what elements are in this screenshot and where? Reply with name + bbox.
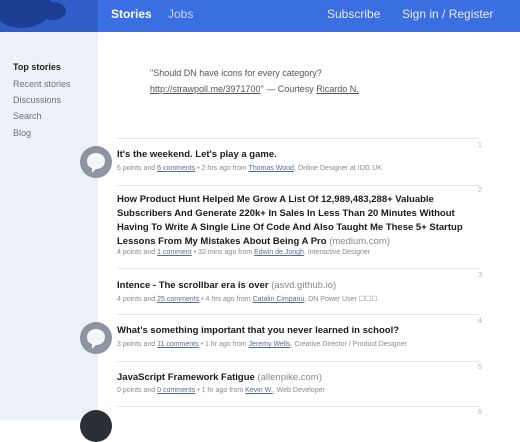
avatar[interactable]	[80, 322, 112, 354]
story-rank: 6	[478, 409, 482, 416]
pinned-link[interactable]: http://strawpoll.me/3971700	[150, 84, 261, 94]
divider	[117, 185, 480, 186]
divider	[117, 314, 480, 315]
story-meta: 4 points and 1 comment • 32 mins ago fro…	[117, 249, 370, 256]
story-user-role: , Creative Director / Product Designer	[290, 341, 407, 348]
story-meta: 3 points and 11 comments • 1 hr ago from…	[117, 341, 407, 348]
nav-jobs-link[interactable]: Jobs	[168, 7, 193, 21]
bubble-icon	[87, 153, 105, 173]
story-user-link[interactable]: Edwin de Jongh	[254, 249, 304, 256]
story-title-text[interactable]: Intence - The scrollbar era is over	[117, 280, 269, 291]
story-title[interactable]: What's something important that you neve…	[117, 324, 482, 338]
sidebar-item-recent-stories[interactable]: Recent stories	[13, 79, 71, 89]
nav-signin-link[interactable]: Sign in / Register	[402, 7, 493, 21]
avatar[interactable]	[80, 146, 112, 178]
story-title[interactable]: How Product Hunt Helped Me Grow A List O…	[117, 193, 482, 249]
story-points: 0 points and	[117, 387, 156, 394]
story-meta: 0 points and 0 comments • 1 hr ago from …	[117, 387, 325, 394]
story-points: 4 points and	[117, 296, 156, 303]
story-user-role: , Interactive Designer	[303, 249, 371, 256]
story-user-role: , Online Designer at IDG UK	[293, 165, 382, 172]
story-user-link[interactable]: Catalin Cimpanu	[253, 296, 305, 303]
sidebar-item-discussions[interactable]: Discussions	[13, 95, 61, 105]
story-title-text[interactable]: It's the weekend. Let's play a game.	[117, 149, 277, 160]
story-user-role: , DN Power User ☐☐☐	[304, 296, 378, 303]
story-comments-link[interactable]: 6 comments	[157, 165, 195, 172]
story-user-link[interactable]: Kevin W.	[245, 387, 273, 394]
logo-area[interactable]	[0, 0, 98, 32]
story-points: 4 points and	[117, 249, 156, 256]
pinned-credit: http://strawpoll.me/3971700" — Courtesy …	[150, 84, 359, 94]
story-comments-link[interactable]: 1 comment	[157, 249, 192, 256]
pinned-quote: "Should DN have icons for every category…	[150, 68, 322, 78]
story-title-text[interactable]: JavaScript Framework Fatigue	[117, 372, 255, 383]
story-rank: 5	[478, 364, 482, 371]
story-user-link[interactable]: Thomas Wood	[249, 165, 294, 172]
divider	[117, 268, 480, 269]
story-title-text[interactable]: How Product Hunt Helped Me Grow A List O…	[117, 194, 463, 247]
story-comments-link[interactable]: 11 comments	[157, 341, 199, 348]
story-source[interactable]: (asvd.github.io)	[271, 280, 336, 291]
story-meta: 6 points and 6 comments • 2 hrs ago from…	[117, 165, 382, 172]
story-comments-link[interactable]: 25 comments	[157, 296, 199, 303]
story-source[interactable]: (medium.com)	[329, 236, 390, 247]
story-title[interactable]: JavaScript Framework Fatigue (allenpike.…	[117, 371, 482, 385]
divider	[117, 361, 480, 362]
story-time: • 4 hrs ago from	[201, 296, 251, 303]
story-time: • 1 hr ago from	[197, 387, 244, 394]
story-source[interactable]: (allenpike.com)	[257, 372, 321, 383]
story-points: 6 points and	[117, 165, 156, 172]
pinned-courtesy: " — Courtesy	[260, 84, 317, 94]
story-user-role: , Web Developer	[272, 387, 325, 394]
story-rank: 3	[478, 272, 482, 279]
story-title-text[interactable]: What's something important that you neve…	[117, 325, 399, 336]
story-title[interactable]: It's the weekend. Let's play a game.	[117, 148, 482, 162]
nav-subscribe-link[interactable]: Subscribe	[327, 7, 380, 21]
avatar[interactable]	[80, 410, 112, 442]
story-title[interactable]: Intence - The scrollbar era is over (asv…	[117, 279, 482, 293]
story-meta: 4 points and 25 comments • 4 hrs ago fro…	[117, 295, 378, 303]
bubble-icon	[87, 329, 105, 349]
story-user-link[interactable]: Jeremy Wells	[249, 341, 291, 348]
sidebar-item-search[interactable]: Search	[13, 111, 42, 121]
story-time: • 2 hrs ago from	[197, 165, 247, 172]
divider	[117, 138, 480, 139]
divider	[117, 406, 480, 407]
sidebar-item-blog[interactable]: Blog	[13, 128, 31, 138]
logo-bubble-icon	[40, 2, 66, 20]
nav-stories-link[interactable]: Stories	[111, 7, 152, 21]
sidebar-item-top-stories[interactable]: Top stories	[13, 62, 61, 72]
story-points: 3 points and	[117, 341, 156, 348]
story-comments-link[interactable]: 0 comments	[157, 387, 195, 394]
story-time: • 1 hr ago from	[200, 341, 247, 348]
pinned-author[interactable]: Ricardo N.	[316, 84, 359, 94]
story-time: • 32 mins ago from	[193, 249, 253, 256]
